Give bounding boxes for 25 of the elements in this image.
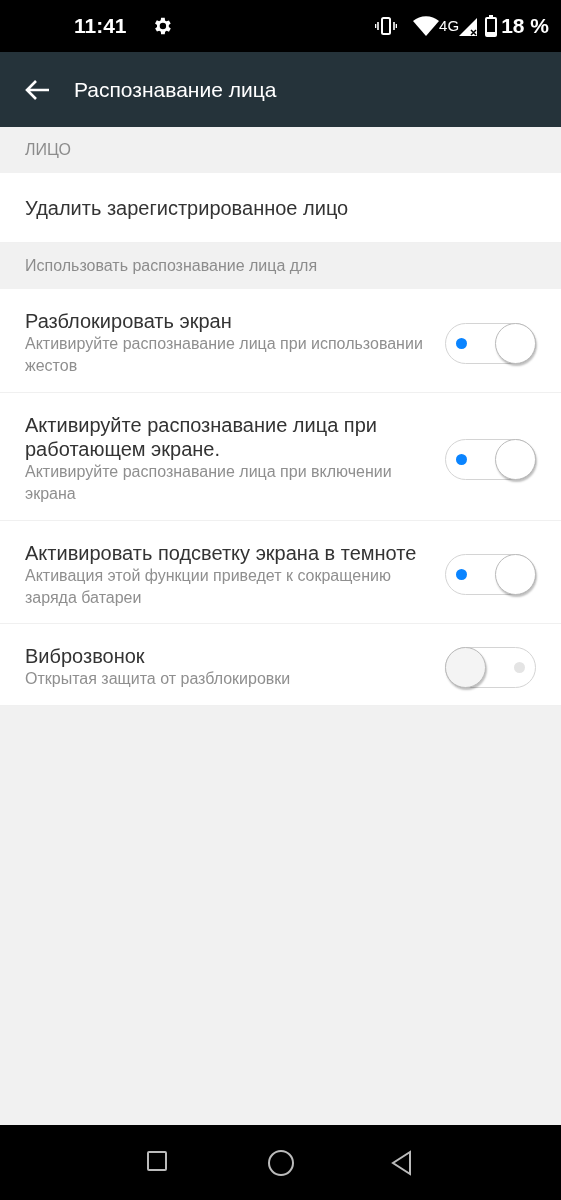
setting-title: Активируйте распознавание лица при работающем экране. bbox=[25, 412, 378, 461]
setting-title: Разблокировать экран bbox=[25, 309, 233, 333]
network-type: 4G bbox=[439, 15, 460, 36]
toggle-switch[interactable] bbox=[445, 647, 536, 689]
toggle-switch[interactable] bbox=[445, 438, 536, 480]
section-header: Использовать распознавание лица для bbox=[25, 256, 318, 276]
section-header: ЛИЦО bbox=[25, 140, 71, 160]
battery-icon bbox=[485, 15, 498, 37]
setting-title: Активировать подсветку экрана в темноте bbox=[25, 540, 418, 565]
signal-icon bbox=[459, 16, 478, 36]
back-button[interactable] bbox=[24, 78, 50, 101]
settings-item[interactable]: Удалить зарегистрированное лицо bbox=[0, 173, 561, 243]
battery-level: 18 % bbox=[501, 13, 549, 40]
setting-summary: Активируйте распознавание лица при использовании жестов bbox=[25, 334, 424, 377]
toggle-switch[interactable] bbox=[445, 322, 536, 364]
setting-title: Виброзвонок bbox=[25, 644, 146, 669]
vibrate-icon bbox=[375, 16, 398, 36]
clock: 11:41 bbox=[74, 13, 127, 40]
screen-title: Распознавание лица bbox=[74, 76, 277, 103]
wifi-icon bbox=[413, 16, 440, 36]
setting-summary: Активация этой функции приведет к сокращению заряда батареи bbox=[25, 565, 392, 608]
setting-summary: Открытая защита от разблокировки bbox=[25, 669, 292, 690]
setting-summary: Активируйте распознавание лица при включении экрана bbox=[25, 461, 393, 505]
home-button[interactable] bbox=[267, 1149, 294, 1176]
toggle-switch[interactable] bbox=[445, 554, 536, 596]
